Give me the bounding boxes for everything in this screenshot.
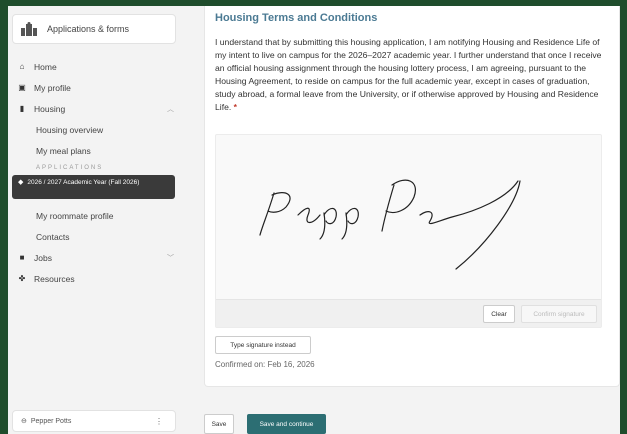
user-menu[interactable]: ⊖ Pepper Potts ⋮ xyxy=(12,410,176,432)
home-icon: ⌂ xyxy=(19,62,25,71)
app-title: Applications & forms xyxy=(47,24,130,34)
more-options-icon[interactable]: ⋮ xyxy=(155,417,163,426)
chevron-down-icon: ﹀ xyxy=(167,254,174,262)
briefcase-icon: ■ xyxy=(19,253,25,262)
confirmation-status: Confirmed on: Feb 16, 2026 xyxy=(215,360,315,369)
sidebar-item-label: Housing xyxy=(34,103,66,114)
sidebar-item-jobs[interactable]: ■ Jobs ﹀ xyxy=(8,247,188,268)
sidebar-item-contacts[interactable]: Contacts xyxy=(8,226,188,247)
document-icon: ◆ xyxy=(18,179,24,186)
user-name: Pepper Potts xyxy=(30,417,72,425)
sidebar-item-housing-overview[interactable]: Housing overview xyxy=(8,119,188,140)
app-frame: Applications & forms ⌂ Home ▣ My profile… xyxy=(8,6,620,434)
save-button[interactable]: Save xyxy=(204,414,234,434)
sidebar-item-label: Home xyxy=(34,61,57,72)
sidebar: Applications & forms ⌂ Home ▣ My profile… xyxy=(8,6,188,434)
signature-toolbar: Clear Confirm signature xyxy=(216,299,601,327)
chevron-up-icon: ︿ xyxy=(167,105,174,113)
sidebar-item-resources[interactable]: ✤ Resources xyxy=(8,268,188,289)
sidebar-item-my-profile[interactable]: ▣ My profile xyxy=(8,77,188,98)
signature-pad[interactable]: Clear Confirm signature xyxy=(215,134,602,328)
sidebar-item-roommate-profile[interactable]: My roommate profile xyxy=(8,205,188,226)
required-indicator: * xyxy=(233,102,237,112)
terms-text: I understand that by submitting this hou… xyxy=(215,36,605,114)
profile-icon: ▣ xyxy=(18,83,26,92)
building-group-icon xyxy=(21,22,37,36)
save-and-continue-button[interactable]: Save and continue xyxy=(247,414,326,434)
sidebar-item-meal-plans[interactable]: My meal plans xyxy=(8,140,188,161)
signature-drawing xyxy=(259,179,521,270)
confirm-signature-button[interactable]: Confirm signature xyxy=(521,305,597,323)
terms-card: Housing Terms and Conditions I understan… xyxy=(204,6,620,387)
section-label-applications: APPLICATIONS xyxy=(36,165,104,171)
type-signature-button[interactable]: Type signature instead xyxy=(215,336,311,354)
sidebar-item-label: Jobs xyxy=(34,252,52,263)
sidebar-item-label: My roommate profile xyxy=(36,210,114,221)
app-switcher[interactable]: Applications & forms xyxy=(12,14,176,44)
terms-body: I understand that by submitting this hou… xyxy=(215,37,602,112)
clear-signature-button[interactable]: Clear xyxy=(483,305,515,323)
sidebar-nav: ⌂ Home ▣ My profile ▮ Housing ︿ Housing … xyxy=(8,56,188,289)
sidebar-item-label: 2026 / 2027 Academic Year (Fall 2026) xyxy=(27,179,140,186)
sidebar-item-label: Housing overview xyxy=(36,124,104,135)
sidebar-item-home[interactable]: ⌂ Home xyxy=(8,56,188,77)
user-icon: ⊖ xyxy=(21,418,27,425)
page-title: Housing Terms and Conditions xyxy=(215,12,378,24)
resources-icon: ✤ xyxy=(18,274,26,283)
sidebar-item-label: My meal plans xyxy=(36,145,91,156)
building-icon: ▮ xyxy=(19,104,25,113)
sidebar-item-label: My profile xyxy=(34,82,71,93)
sidebar-item-housing[interactable]: ▮ Housing ︿ xyxy=(8,98,188,119)
sidebar-item-label: Contacts xyxy=(36,231,70,242)
sidebar-item-label: Resources xyxy=(34,273,75,284)
sidebar-item-active-application[interactable]: ◆ 2026 / 2027 Academic Year (Fall 2026) xyxy=(12,175,175,199)
